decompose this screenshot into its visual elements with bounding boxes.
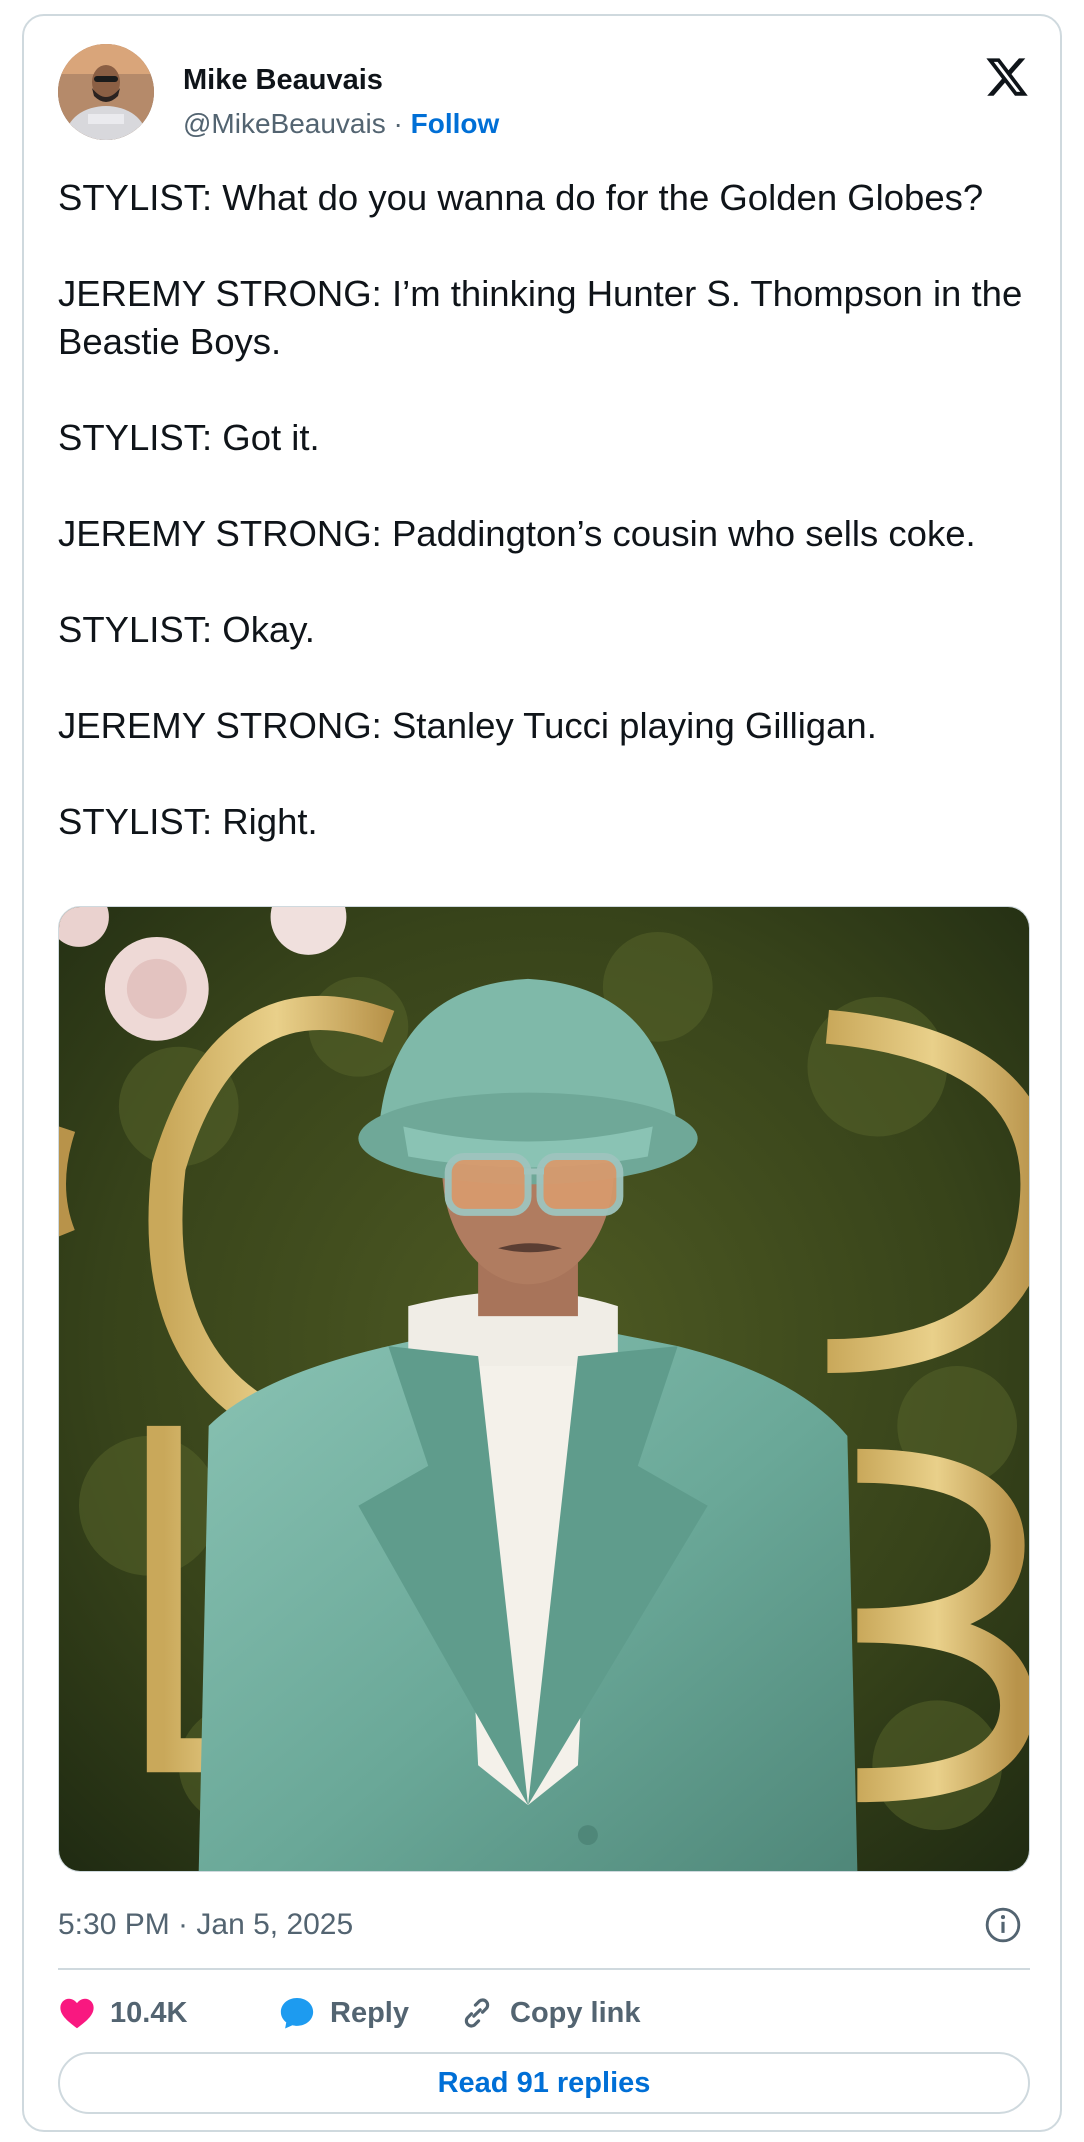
reply-label: Reply	[330, 1996, 409, 2029]
tweet-text: STYLIST: What do you wanna do for the Go…	[58, 174, 1048, 846]
tweet-paragraph: JEREMY STRONG: I’m thinking Hunter S. Th…	[58, 273, 1023, 362]
like-count: 10.4K	[110, 1996, 188, 2029]
tweet-paragraph: JEREMY STRONG: Stanley Tucci playing Gil…	[58, 705, 877, 746]
copy-link-button[interactable]: Copy link	[458, 1988, 641, 2038]
tweet-card: Mike Beauvais @MikeBeauvais · Follow STY…	[22, 14, 1062, 2132]
author-avatar[interactable]	[58, 44, 154, 140]
tweet-paragraph: JEREMY STRONG: Paddington’s cousin who s…	[58, 513, 976, 554]
tweet-paragraph: STYLIST: Got it.	[58, 417, 320, 458]
author-name[interactable]: Mike Beauvais	[183, 64, 383, 97]
heart-icon	[60, 1998, 94, 2029]
link-icon	[464, 1998, 490, 2028]
handle-separator: ·	[393, 108, 403, 139]
tweet-paragraph: STYLIST: What do you wanna do for the Go…	[58, 177, 984, 218]
tweet-actions: 10.4K Reply Copy link	[58, 1988, 1030, 2038]
author-handle[interactable]: @MikeBeauvais	[183, 108, 386, 139]
tweet-paragraph: STYLIST: Okay.	[58, 609, 315, 650]
reply-button[interactable]: Reply	[278, 1988, 409, 2038]
tweet-header: Mike Beauvais @MikeBeauvais · Follow	[58, 44, 1048, 144]
tweet-paragraph: STYLIST: Right.	[58, 801, 318, 842]
photo-illustration	[59, 907, 1029, 1871]
avatar-photo	[58, 44, 154, 140]
speech-bubble-icon	[280, 1997, 314, 2029]
info-icon[interactable]	[984, 1906, 1022, 1944]
copy-link-label: Copy link	[510, 1996, 641, 2029]
tweet-timestamp[interactable]: 5:30 PM · Jan 5, 2025	[58, 1908, 353, 1942]
like-button[interactable]: 10.4K	[58, 1988, 187, 2038]
divider	[58, 1968, 1030, 1970]
x-logo-icon[interactable]	[984, 54, 1030, 100]
author-handle-row: @MikeBeauvais · Follow	[183, 108, 499, 140]
tweet-photo[interactable]	[58, 906, 1030, 1872]
follow-button[interactable]: Follow	[411, 108, 500, 139]
read-replies-button[interactable]: Read 91 replies	[58, 2052, 1030, 2114]
